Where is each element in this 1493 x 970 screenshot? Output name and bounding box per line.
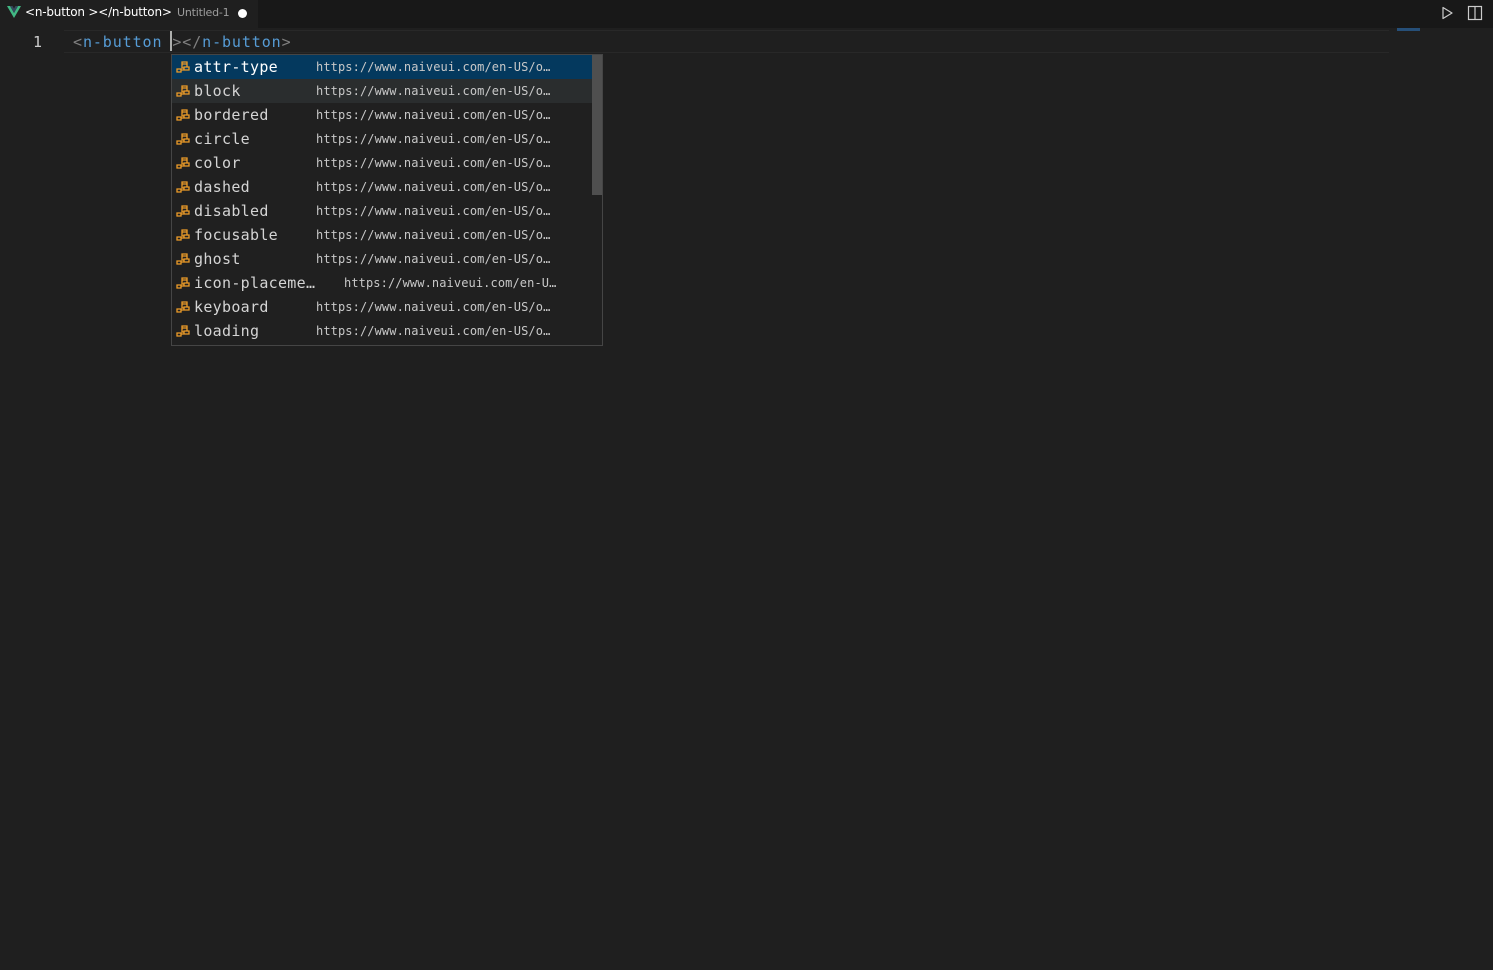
property-icon: [176, 181, 190, 193]
suggest-item-label: loading: [194, 322, 260, 340]
suggest-item-label: disabled: [194, 202, 269, 220]
suggest-item-label: ghost: [194, 250, 241, 268]
suggest-item[interactable]: attr-type https://www.naiveui.com/en-US/o…: [172, 55, 592, 79]
suggest-item-detail: https://www.naiveui.com/en-US/o…: [316, 324, 551, 338]
suggest-item[interactable]: circle https://www.naiveui.com/en-US/o…: [172, 127, 592, 151]
suggest-item[interactable]: ghost https://www.naiveui.com/en-US/o…: [172, 247, 592, 271]
token-end-open: </: [182, 33, 203, 51]
suggest-item-detail: https://www.naiveui.com/en-US/o…: [316, 180, 551, 194]
suggest-item-label: color: [194, 154, 241, 172]
suggest-item-detail: https://www.naiveui.com/en-US/o…: [316, 204, 551, 218]
suggest-item-label: bordered: [194, 106, 269, 124]
suggest-item[interactable]: focusable https://www.naiveui.com/en-US/o…: [172, 223, 592, 247]
property-icon: [176, 205, 190, 217]
suggest-item[interactable]: block https://www.naiveui.com/en-US/o…: [172, 79, 592, 103]
suggest-item-label: icon-placeme…: [194, 274, 316, 292]
suggest-item-detail: https://www.naiveui.com/en-US/o…: [316, 132, 551, 146]
editor-tab[interactable]: <n-button ></n-button> Untitled-1: [0, 0, 258, 28]
property-icon: [176, 109, 190, 121]
suggest-item[interactable]: disabled https://www.naiveui.com/en-US/o…: [172, 199, 592, 223]
suggest-item[interactable]: loading https://www.naiveui.com/en-US/o…: [172, 319, 592, 343]
suggest-item-label: dashed: [194, 178, 250, 196]
line-number: 1: [33, 33, 43, 51]
suggest-item-detail: https://www.naiveui.com/en-U…: [344, 276, 557, 290]
tab-bar: <n-button ></n-button> Untitled-1: [0, 0, 1493, 28]
property-icon: [176, 301, 190, 313]
code-line[interactable]: <n-button ></n-button>: [73, 33, 292, 51]
suggest-item-detail: https://www.naiveui.com/en-US/o…: [316, 228, 551, 242]
property-icon: [176, 133, 190, 145]
suggest-item[interactable]: dashed https://www.naiveui.com/en-US/o…: [172, 175, 592, 199]
suggest-item[interactable]: bordered https://www.naiveui.com/en-US/o…: [172, 103, 592, 127]
suggest-scrollbar[interactable]: [592, 55, 602, 195]
split-editor-icon[interactable]: [1467, 5, 1483, 21]
suggest-item-detail: https://www.naiveui.com/en-US/o…: [316, 300, 551, 314]
unsaved-dot-icon[interactable]: [238, 9, 247, 18]
suggest-item[interactable]: icon-placeme… https://www.naiveui.com/en-…: [172, 271, 592, 295]
token-end-close: >: [281, 33, 292, 51]
suggest-item-label: attr-type: [194, 58, 278, 76]
property-icon: [176, 229, 190, 241]
suggest-item-label: keyboard: [194, 298, 269, 316]
text-cursor: [170, 31, 172, 51]
suggest-item-detail: https://www.naiveui.com/en-US/o…: [316, 108, 551, 122]
token-close-bracket: >: [172, 33, 183, 51]
suggest-item[interactable]: color https://www.naiveui.com/en-US/o…: [172, 151, 592, 175]
vue-logo-icon: [7, 6, 21, 18]
suggest-item-label: circle: [194, 130, 250, 148]
suggest-item-label: focusable: [194, 226, 278, 244]
property-icon: [176, 277, 190, 289]
property-icon: [176, 253, 190, 265]
suggest-item[interactable]: keyboard https://www.naiveui.com/en-US/o…: [172, 295, 592, 319]
property-icon: [176, 157, 190, 169]
minimap-slider[interactable]: [1397, 28, 1420, 31]
suggest-widget[interactable]: attr-type https://www.naiveui.com/en-US/o…: [171, 54, 603, 346]
suggest-item-detail: https://www.naiveui.com/en-US/o…: [316, 156, 551, 170]
token-tag-name: n-button: [82, 33, 163, 51]
property-icon: [176, 325, 190, 337]
property-icon: [176, 61, 190, 73]
suggest-item-detail: https://www.naiveui.com/en-US/o…: [316, 252, 551, 266]
token-open-bracket: <: [73, 33, 83, 51]
tab-title: <n-button ></n-button>: [25, 5, 172, 19]
property-icon: [176, 85, 190, 97]
tab-description: Untitled-1: [177, 6, 230, 19]
suggest-item-detail: https://www.naiveui.com/en-US/o…: [316, 84, 551, 98]
suggest-item-detail: https://www.naiveui.com/en-US/o…: [316, 60, 551, 74]
token-end-tag-name: n-button: [202, 33, 282, 51]
suggest-item-label: block: [194, 82, 241, 100]
editor-window: <n-button ></n-button> Untitled-1 1 <n-b…: [0, 0, 1493, 970]
play-icon[interactable]: [1440, 6, 1454, 20]
